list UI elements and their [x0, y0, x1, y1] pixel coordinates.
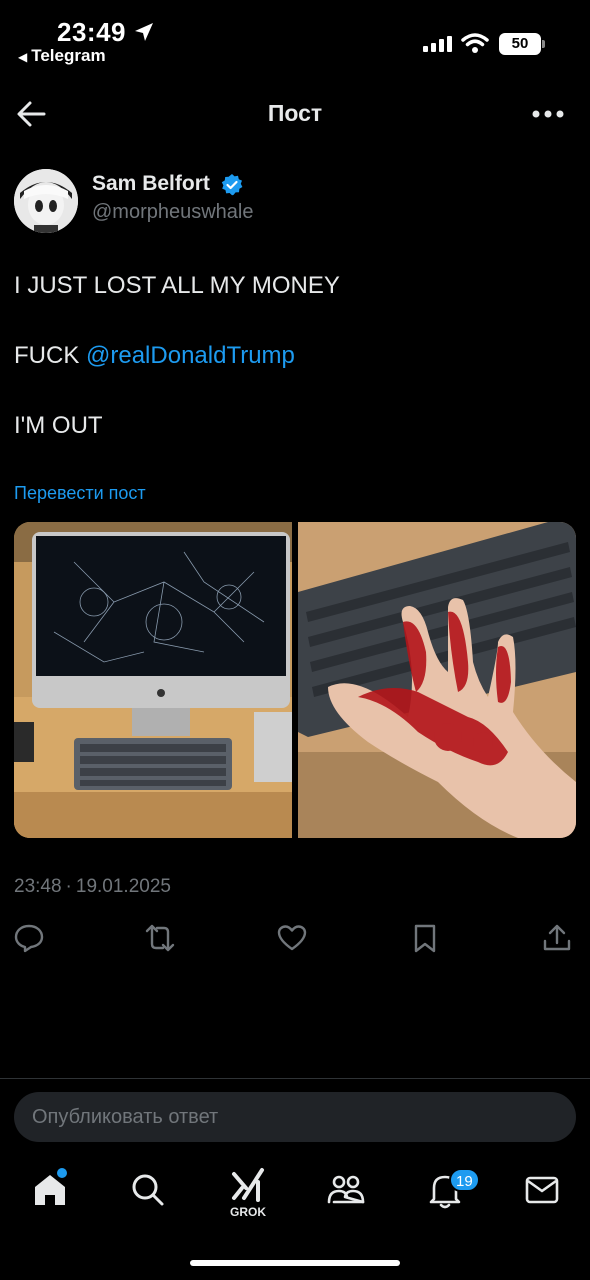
- post-text-line-2: FUCK @realDonaldTrump: [14, 342, 295, 370]
- translate-post-link[interactable]: Перевести пост: [14, 483, 146, 504]
- post-timestamp[interactable]: 23:48 · 19.01.2025: [14, 876, 171, 898]
- post-date: 19.01.2025: [75, 876, 171, 897]
- retweet-icon[interactable]: [144, 922, 176, 954]
- meta-separator: ·: [65, 876, 72, 897]
- page-title: Пост: [267, 100, 323, 126]
- post-time: 23:48: [14, 876, 62, 897]
- post-text-line-1: I JUST LOST ALL MY MONEY: [14, 272, 340, 299]
- reply-input[interactable]: Опубликовать ответ: [32, 1106, 532, 1129]
- back-app-label: Telegram: [31, 46, 106, 65]
- home-badge-dot: [57, 1168, 67, 1178]
- status-time: 23:49: [57, 17, 126, 47]
- post-text-line-3: I'M OUT: [14, 412, 103, 439]
- back-triangle-icon: ◀: [18, 50, 28, 64]
- author-name[interactable]: Sam Belfort: [92, 172, 210, 196]
- avatar[interactable]: [14, 169, 78, 233]
- top-nav: Пост: [0, 86, 590, 142]
- communities-icon[interactable]: [326, 1170, 366, 1210]
- back-to-app-link[interactable]: ◀ Telegram: [18, 46, 106, 66]
- divider: [0, 1078, 590, 1079]
- location-arrow-icon: [135, 23, 153, 41]
- post-text-prefix: FUCK: [14, 342, 86, 369]
- signal-icon: [423, 36, 452, 52]
- reply-icon[interactable]: [13, 922, 45, 954]
- home-indicator: [190, 1260, 400, 1266]
- avatar-image: [14, 169, 78, 233]
- wifi-icon: [461, 33, 489, 53]
- verified-icon: [221, 174, 243, 196]
- like-icon[interactable]: [276, 922, 308, 954]
- status-bar: 23:49 ◀ Telegram 50: [0, 0, 590, 76]
- bookmark-icon[interactable]: [409, 922, 441, 954]
- post-media: [14, 522, 576, 838]
- grok-label: GROK: [230, 1205, 266, 1219]
- author-handle[interactable]: @morpheuswhale: [92, 201, 254, 224]
- photo-broken-imac[interactable]: [14, 522, 292, 838]
- mail-icon[interactable]: [522, 1170, 562, 1210]
- search-icon[interactable]: [128, 1170, 168, 1210]
- notifications-badge: 19: [449, 1168, 480, 1192]
- more-icon[interactable]: [531, 108, 565, 120]
- share-icon[interactable]: [541, 922, 573, 954]
- battery-indicator: 50: [499, 33, 545, 55]
- photo-bloody-hand[interactable]: [298, 522, 576, 838]
- reply-box[interactable]: Опубликовать ответ: [14, 1092, 576, 1142]
- mention-link[interactable]: @realDonaldTrump: [86, 342, 295, 369]
- grok-icon[interactable]: [228, 1166, 268, 1206]
